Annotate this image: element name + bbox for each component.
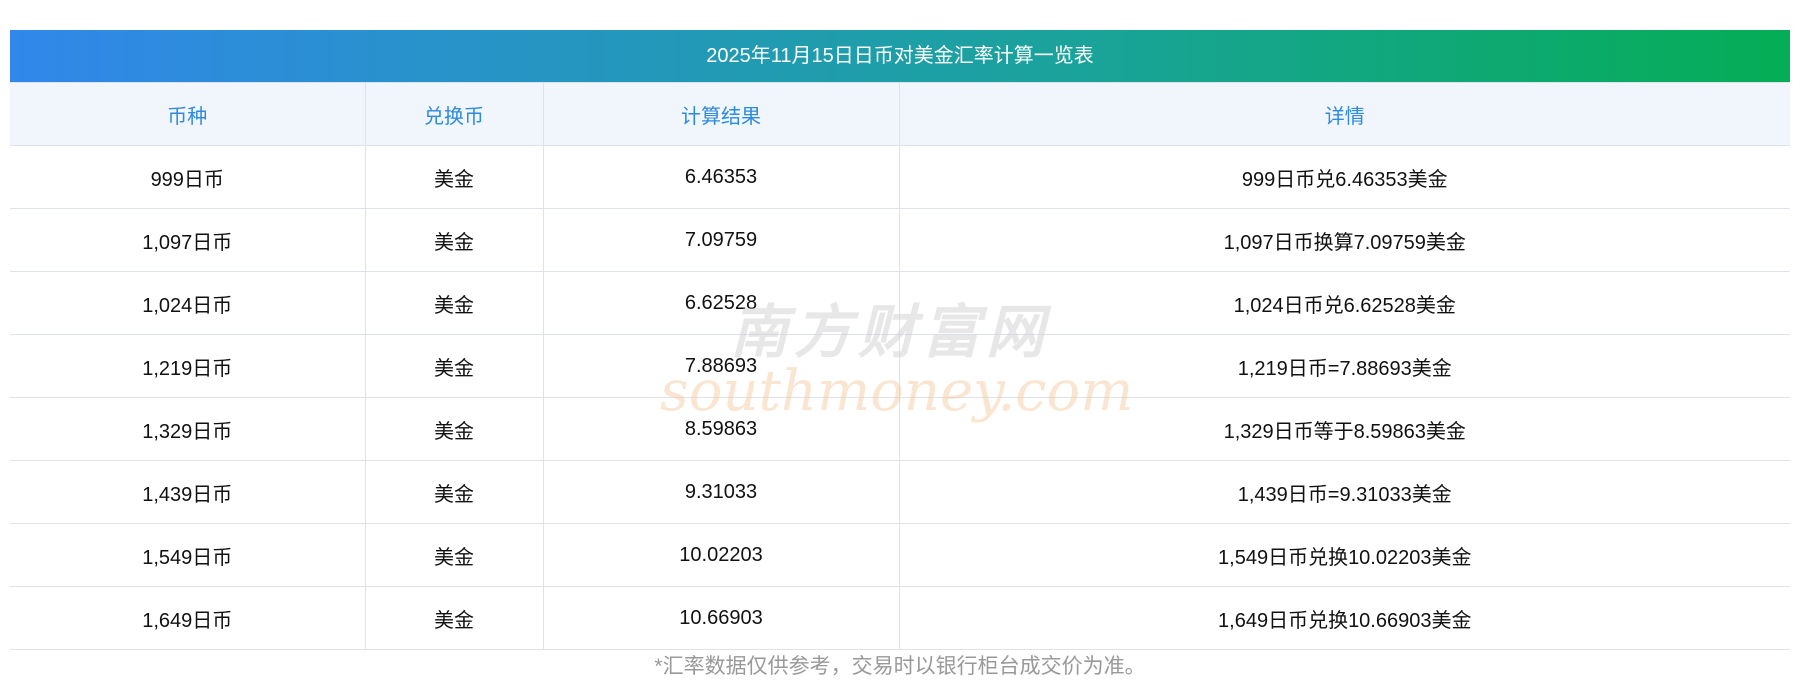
cell-result: 10.66903 (542, 586, 900, 650)
cell-result: 10.02203 (542, 523, 900, 587)
cell-result: 7.09759 (542, 208, 900, 272)
header-result: 计算结果 (542, 82, 900, 146)
cell-from: 1,097日币 (10, 208, 366, 272)
table-row: 1,329日币 美金 8.59863 1,329日币等于8.59863美金 (10, 397, 1790, 461)
cell-from: 1,549日币 (10, 523, 366, 587)
cell-result: 6.62528 (542, 271, 900, 335)
cell-result: 9.31033 (542, 460, 900, 524)
table-row: 1,024日币 美金 6.62528 1,024日币兑6.62528美金 (10, 271, 1790, 335)
cell-to: 美金 (364, 208, 544, 272)
disclaimer-note: *汇率数据仅供参考，交易时以银行柜台成交价为准。 (654, 655, 1146, 678)
table-row: 1,219日币 美金 7.88693 1,219日币=7.88693美金 (10, 334, 1790, 398)
cell-result: 8.59863 (542, 397, 900, 461)
table-row: 1,097日币 美金 7.09759 1,097日币换算7.09759美金 (10, 208, 1790, 272)
cell-detail: 1,219日币=7.88693美金 (898, 334, 1790, 398)
cell-to: 美金 (364, 334, 544, 398)
cell-detail: 999日币兑6.46353美金 (898, 145, 1790, 209)
cell-from: 1,024日币 (10, 271, 366, 335)
cell-to: 美金 (364, 145, 544, 209)
cell-from: 1,329日币 (10, 397, 366, 461)
cell-detail: 1,439日币=9.31033美金 (898, 460, 1790, 524)
cell-from: 1,649日币 (10, 586, 366, 650)
rate-table: 币种 兑换币 计算结果 详情 999日币 美金 6.46353 999日币兑6.463… (10, 82, 1790, 650)
cell-to: 美金 (364, 460, 544, 524)
table-row: 1,649日币 美金 10.66903 1,649日币兑换10.66903美金 (10, 586, 1790, 650)
table-row: 1,439日币 美金 9.31033 1,439日币=9.31033美金 (10, 460, 1790, 524)
cell-from: 1,219日币 (10, 334, 366, 398)
cell-to: 美金 (364, 397, 544, 461)
cell-to: 美金 (364, 523, 544, 587)
table-row: 999日币 美金 6.46353 999日币兑6.46353美金 (10, 145, 1790, 209)
header-row: 币种 兑换币 计算结果 详情 (10, 82, 1790, 146)
cell-to: 美金 (364, 586, 544, 650)
cell-detail: 1,329日币等于8.59863美金 (898, 397, 1790, 461)
cell-detail: 1,549日币兑换10.02203美金 (898, 523, 1790, 587)
table-title: 2025年11月15日日币对美金汇率计算一览表 (10, 30, 1790, 82)
header-detail: 详情 (898, 82, 1790, 146)
cell-to: 美金 (364, 271, 544, 335)
cell-detail: 1,024日币兑6.62528美金 (898, 271, 1790, 335)
cell-result: 6.46353 (542, 145, 900, 209)
cell-detail: 1,649日币兑换10.66903美金 (898, 586, 1790, 650)
cell-from: 1,439日币 (10, 460, 366, 524)
table-row: 1,549日币 美金 10.02203 1,549日币兑换10.02203美金 (10, 523, 1790, 587)
header-currency: 币种 (10, 82, 366, 146)
cell-from: 999日币 (10, 145, 366, 209)
cell-detail: 1,097日币换算7.09759美金 (898, 208, 1790, 272)
rate-table-container: 2025年11月15日日币对美金汇率计算一览表 币种 兑换币 计算结果 详情 9… (10, 30, 1790, 650)
header-target: 兑换币 (364, 82, 544, 146)
cell-result: 7.88693 (542, 334, 900, 398)
